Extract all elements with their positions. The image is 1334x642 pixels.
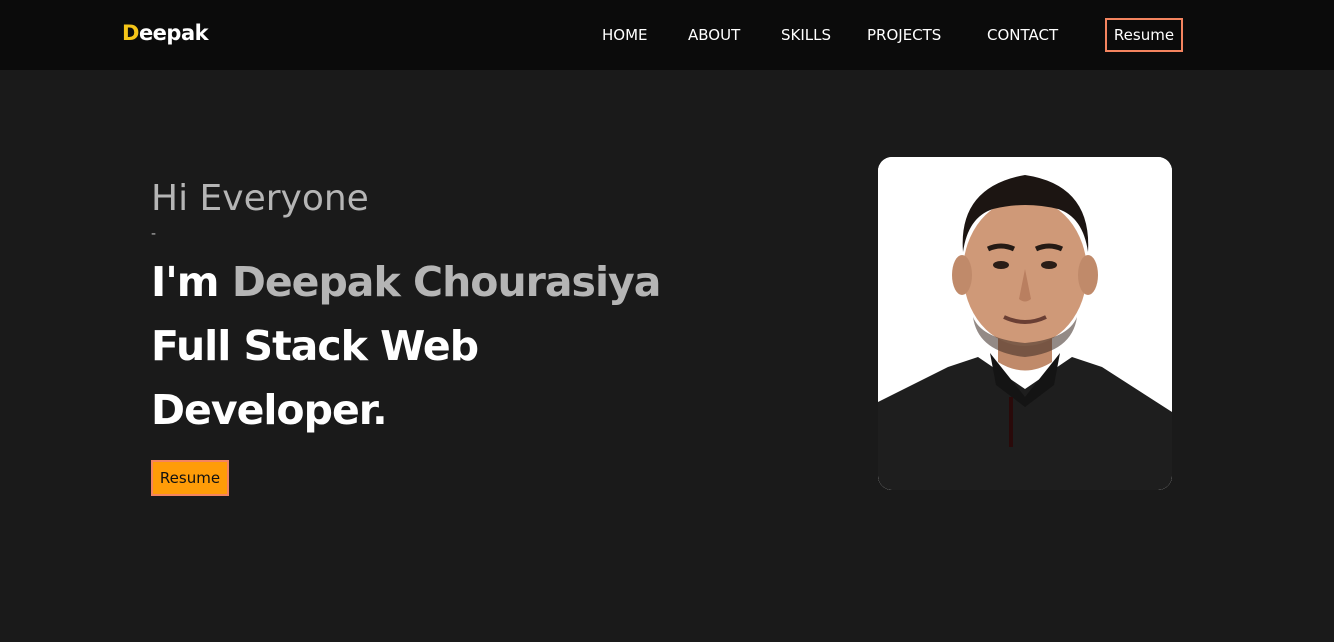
hero-name: Deepak Chourasiya <box>231 258 662 306</box>
logo-rest: eepak <box>138 21 209 45</box>
hero-role-line-1: Full Stack Web <box>151 322 479 370</box>
hero-role-line-2: Developer. <box>151 386 388 434</box>
hero-im: I'm <box>151 258 220 306</box>
hero-greeting: Hi Everyone <box>151 178 369 219</box>
hero-dash: - <box>151 226 157 242</box>
nav-about[interactable]: ABOUT <box>688 26 740 44</box>
profile-photo <box>878 157 1172 490</box>
nav-projects[interactable]: PROJECTS <box>867 26 941 44</box>
logo[interactable]: Deepak <box>122 21 209 45</box>
nav-skills[interactable]: SKILLS <box>781 26 831 44</box>
hero-headline: I'm Deepak Chourasiya <box>151 258 662 306</box>
nav-contact[interactable]: CONTACT <box>987 26 1058 44</box>
navbar: Deepak HOME ABOUT SKILLS PROJECTS CONTAC… <box>0 0 1334 70</box>
nav-home[interactable]: HOME <box>602 26 648 44</box>
profile-photo-illustration <box>878 157 1172 490</box>
logo-initial: D <box>122 21 139 45</box>
nav-resume-button[interactable]: Resume <box>1105 18 1183 52</box>
hero-resume-button[interactable]: Resume <box>151 460 229 496</box>
